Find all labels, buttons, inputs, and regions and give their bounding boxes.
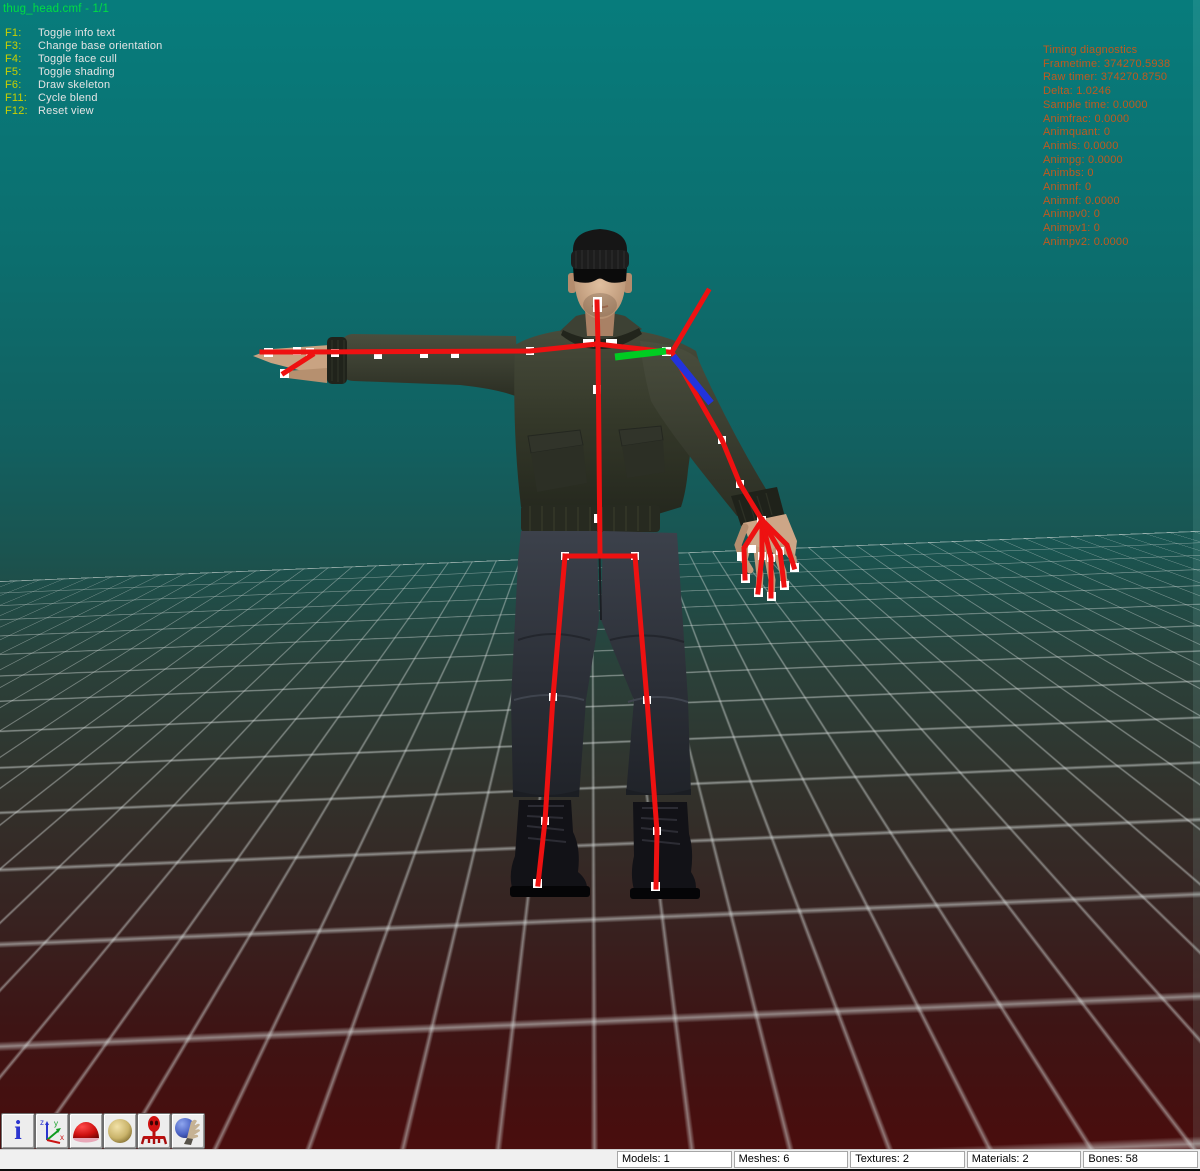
trackball-button[interactable] xyxy=(171,1113,205,1149)
skeleton-icon xyxy=(140,1116,168,1146)
diagnostics-line: Delta: 1.0246 xyxy=(1043,85,1170,99)
svg-text:x: x xyxy=(60,1133,64,1142)
hotkey-row: F11: Cycle blend xyxy=(5,92,162,105)
diagnostics-line: Animnf: 0 xyxy=(1043,181,1170,195)
hotkey-action: Change base orientation xyxy=(38,40,162,53)
diagnostics-line: Animpg: 0.0000 xyxy=(1043,154,1170,168)
hotkey-key: F12: xyxy=(5,105,38,118)
diagnostics-line: Animfrac: 0.0000 xyxy=(1043,113,1170,127)
hotkey-key: F1: xyxy=(5,27,38,40)
hotkey-help: F1: Toggle info text F3: Change base ori… xyxy=(5,27,162,118)
timing-diagnostics: Timing diagnostics Frametime: 374270.593… xyxy=(1043,44,1170,250)
sphere-button[interactable] xyxy=(103,1113,137,1149)
diagnostics-line: Animpv0: 0 xyxy=(1043,208,1170,222)
hotkey-row: F5: Toggle shading xyxy=(5,66,162,79)
hotkey-action: Cycle blend xyxy=(38,92,98,105)
diagnostics-line: Animquant: 0 xyxy=(1043,126,1170,140)
diagnostics-line: Animpv1: 0 xyxy=(1043,222,1170,236)
model-viewer-window: thug_head.cmf - 1/1 F1: Toggle info text… xyxy=(0,0,1200,1171)
svg-text:z: z xyxy=(40,1118,44,1127)
status-meshes: Meshes: 6 xyxy=(734,1151,849,1168)
hotkey-action: Toggle face cull xyxy=(38,53,117,66)
status-models: Models: 1 xyxy=(617,1151,732,1168)
skeleton-button[interactable] xyxy=(137,1113,171,1149)
viewport-3d[interactable]: thug_head.cmf - 1/1 F1: Toggle info text… xyxy=(0,0,1200,1171)
floor-grid xyxy=(0,472,1200,1171)
hotkey-key: F6: xyxy=(5,79,38,92)
diagnostics-line: Raw timer: 374270.8750 xyxy=(1043,71,1170,85)
hotkey-row: F12: Reset view xyxy=(5,105,162,118)
hotkey-row: F3: Change base orientation xyxy=(5,40,162,53)
viewport-right-edge xyxy=(1193,0,1200,1149)
diagnostics-line: Frametime: 374270.5938 xyxy=(1043,58,1170,72)
hotkey-action: Toggle info text xyxy=(38,27,115,40)
diagnostics-line: Sample time: 0.0000 xyxy=(1043,99,1170,113)
hotkey-key: F4: xyxy=(5,53,38,66)
status-bones: Bones: 58 xyxy=(1083,1151,1198,1168)
diagnostics-title: Timing diagnostics xyxy=(1043,44,1170,58)
hotkey-row: F1: Toggle info text xyxy=(5,27,162,40)
svg-text:y: y xyxy=(54,1119,58,1128)
dome-button[interactable] xyxy=(69,1113,103,1149)
hotkey-row: F6: Draw skeleton xyxy=(5,79,162,92)
hotkey-row: F4: Toggle face cull xyxy=(5,53,162,66)
hotkey-action: Draw skeleton xyxy=(38,79,110,92)
hotkey-action: Toggle shading xyxy=(38,66,115,79)
hotkey-key: F11: xyxy=(5,92,38,105)
info-icon: i xyxy=(14,1117,22,1144)
toolbar: i z y x xyxy=(1,1113,205,1149)
hotkey-key: F5: xyxy=(5,66,38,79)
dome-icon xyxy=(71,1117,101,1145)
statusbar: Models: 1 Meshes: 6 Textures: 2 Material… xyxy=(0,1149,1200,1171)
diagnostics-line: Animnf: 0.0000 xyxy=(1043,195,1170,209)
trackball-hand-icon xyxy=(173,1116,203,1146)
sphere-icon xyxy=(106,1117,134,1145)
diagnostics-line: Animpv2: 0.0000 xyxy=(1043,236,1170,250)
diagnostics-line: Animbs: 0 xyxy=(1043,167,1170,181)
model-title: thug_head.cmf - 1/1 xyxy=(3,3,109,16)
info-button[interactable]: i xyxy=(1,1113,35,1149)
floor-grid-wrap xyxy=(0,0,1200,1171)
status-panels: Models: 1 Meshes: 6 Textures: 2 Material… xyxy=(617,1151,1198,1168)
axes-icon: z y x xyxy=(38,1117,66,1145)
status-textures: Textures: 2 xyxy=(850,1151,965,1168)
statusbar-inner: Models: 1 Meshes: 6 Textures: 2 Material… xyxy=(0,1149,1200,1169)
hotkey-action: Reset view xyxy=(38,105,94,118)
status-materials: Materials: 2 xyxy=(967,1151,1082,1168)
axes-button[interactable]: z y x xyxy=(35,1113,69,1149)
diagnostics-line: Animls: 0.0000 xyxy=(1043,140,1170,154)
hotkey-key: F3: xyxy=(5,40,38,53)
